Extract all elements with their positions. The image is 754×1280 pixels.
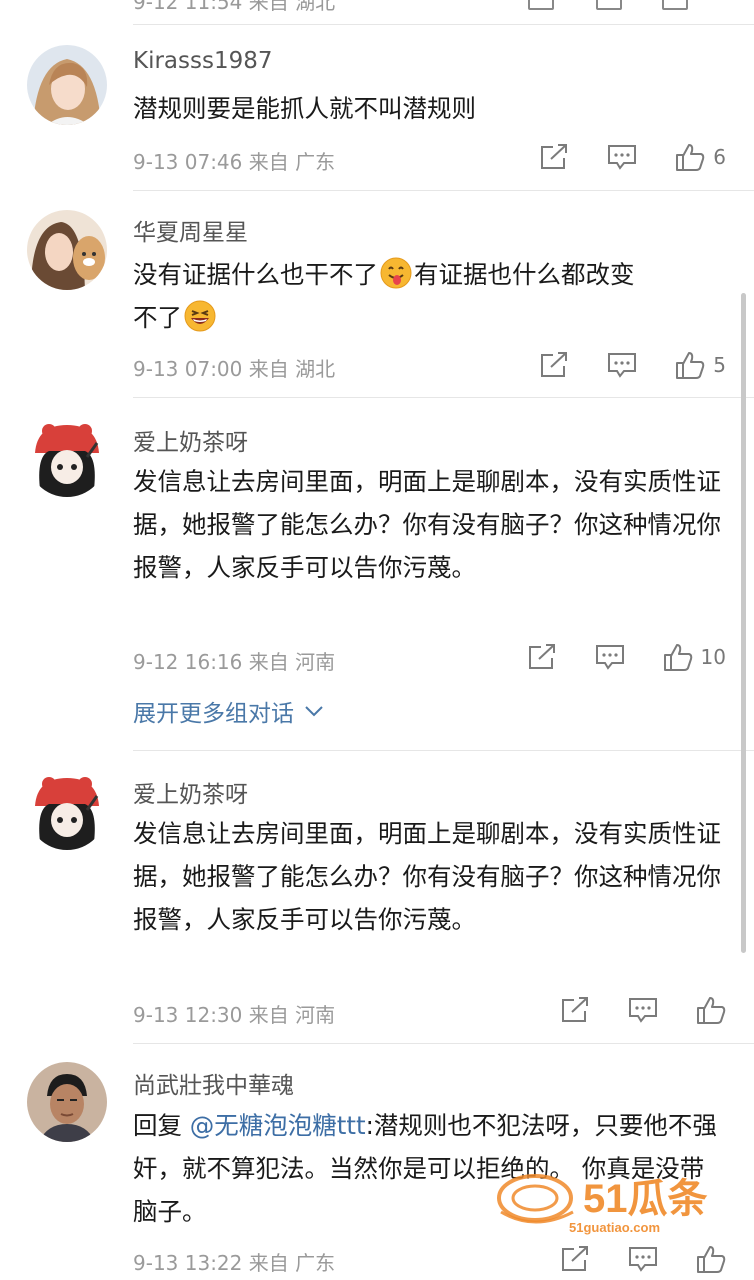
divider	[133, 190, 754, 191]
comment-icon	[629, 1247, 657, 1272]
comment-button[interactable]	[607, 351, 637, 379]
laughing-emoji-icon	[184, 300, 216, 332]
comment-text: 发信息让去房间里面，明面上是聊剧本，没有实质性证据，她报警了能怎么办？你有没有脑…	[133, 819, 721, 934]
divider	[133, 750, 754, 751]
username[interactable]: 尚武壯我中華魂	[133, 1066, 294, 1100]
avatar[interactable]	[27, 417, 107, 497]
thumbs-up-icon	[676, 352, 705, 379]
comment-button[interactable]	[595, 643, 625, 671]
comment-button[interactable]	[607, 143, 637, 171]
mention-link[interactable]: @无糖泡泡糖ttt	[190, 1111, 366, 1140]
thumbs-up-icon	[697, 997, 726, 1024]
comment-location: 湖北	[295, 357, 336, 381]
share-button[interactable]	[539, 351, 569, 379]
like-count: 5	[713, 353, 726, 377]
share-icon	[541, 144, 568, 169]
like-button[interactable]: 6	[675, 142, 726, 172]
share-button[interactable]	[560, 996, 590, 1024]
like-button[interactable]: 10	[663, 642, 726, 672]
username[interactable]: 爱上奶茶呀	[133, 775, 248, 809]
watermark-url: 51guatiao.com	[569, 1220, 660, 1235]
share-icon	[541, 352, 568, 377]
comment-actions: 6	[501, 142, 726, 172]
username[interactable]: 华夏周星星	[133, 213, 248, 247]
comment-text: 没有证据什么也干不了 有证据也什么都改变 不了	[133, 253, 723, 339]
share-icon	[528, 644, 555, 669]
comment-icon	[629, 998, 657, 1023]
comment-time: 9-13 13:22	[133, 1251, 243, 1275]
comment-source: 来自	[248, 650, 289, 674]
comment-text: 潜规则要是能抓人就不叫潜规则	[133, 94, 476, 123]
share-icon	[562, 1246, 588, 1271]
reply-prefix: 回复	[133, 1111, 182, 1140]
like-button[interactable]	[696, 995, 726, 1025]
like-button[interactable]: 5	[675, 350, 726, 380]
comment-text: 发信息让去房间里面，明面上是聊剧本，没有实质性证据，她报警了能怎么办？你有没有脑…	[133, 467, 721, 582]
watermark-logo: 51瓜条 51guatiao.com	[495, 1168, 730, 1238]
like-button[interactable]	[696, 1244, 726, 1274]
share-icon	[562, 997, 588, 1022]
previous-comment-meta: 9-12 11:54 来自 湖北	[133, 0, 336, 14]
comment-text-part: 有证据也什么都改变	[414, 260, 635, 289]
avatar[interactable]	[27, 210, 107, 290]
comment-button[interactable]	[628, 1245, 658, 1273]
comment-time: 9-13 07:00	[133, 357, 243, 381]
avatar[interactable]	[27, 45, 107, 125]
username[interactable]: 爱上奶茶呀	[133, 423, 248, 457]
comment-meta: 9-12 16:16 来自 河南	[133, 646, 335, 675]
expand-conversations-link[interactable]: 展开更多组对话	[133, 694, 324, 728]
previous-comment-partial: 9-12 11:54 来自 湖北	[0, 0, 754, 26]
expand-label: 展开更多组对话	[133, 701, 294, 727]
comment-actions	[522, 1244, 726, 1274]
comment-icon	[608, 145, 637, 170]
chevron-down-icon	[305, 706, 323, 717]
thumbs-up-icon	[697, 1246, 726, 1273]
comment-location: 广东	[295, 1251, 336, 1275]
comment-source: 来自	[248, 1251, 289, 1275]
avatar[interactable]	[27, 1062, 107, 1142]
divider	[133, 1043, 754, 1044]
comment-location: 广东	[295, 150, 336, 174]
comment-time: 9-12 16:16	[133, 650, 243, 674]
comment-text-part: 不了	[133, 303, 182, 332]
comment-button[interactable]	[628, 996, 658, 1024]
watermark-brand: 51瓜条	[583, 1177, 708, 1221]
username[interactable]: Kirasss1987	[133, 48, 273, 74]
comment-icon[interactable]	[596, 0, 622, 10]
comment-list: 9-12 11:54 来自 湖北 Kirasss1987 潜规则要是能抓人就不叫…	[0, 0, 754, 1280]
comment-time: 9-13 12:30	[133, 1003, 243, 1027]
divider	[133, 24, 754, 25]
comment-meta: 9-13 12:30 来自 河南	[133, 999, 335, 1028]
comment-location: 河南	[295, 1003, 336, 1027]
comment-icon	[608, 353, 637, 378]
thumbs-up-icon[interactable]	[662, 0, 688, 10]
comment-actions	[522, 995, 726, 1025]
comment-icon	[595, 645, 624, 670]
like-count: 10	[700, 645, 726, 669]
comment-meta: 9-13 13:22 来自 广东	[133, 1247, 335, 1276]
share-button[interactable]	[527, 643, 557, 671]
comment-source: 来自	[248, 150, 289, 174]
share-button[interactable]	[539, 143, 569, 171]
scrollbar[interactable]	[741, 293, 746, 953]
comment-source: 来自	[248, 357, 289, 381]
share-button[interactable]	[560, 1245, 590, 1273]
tongue-out-emoji-icon	[380, 257, 412, 289]
comment-meta: 9-13 07:00 来自 湖北	[133, 353, 335, 382]
avatar[interactable]	[27, 770, 107, 850]
thumbs-up-icon	[663, 644, 692, 671]
comment-time: 9-13 07:46	[133, 150, 243, 174]
share-icon[interactable]	[528, 0, 554, 10]
comment-location: 河南	[295, 650, 336, 674]
comment-actions: 5	[501, 350, 726, 380]
comment-source: 来自	[248, 1003, 289, 1027]
like-count: 6	[713, 145, 726, 169]
comment-actions: 10	[489, 642, 726, 672]
thumbs-up-icon	[676, 144, 705, 171]
comment-text-part: 没有证据什么也干不了	[133, 260, 378, 289]
divider	[133, 397, 754, 398]
comment-meta: 9-13 07:46 来自 广东	[133, 146, 335, 175]
